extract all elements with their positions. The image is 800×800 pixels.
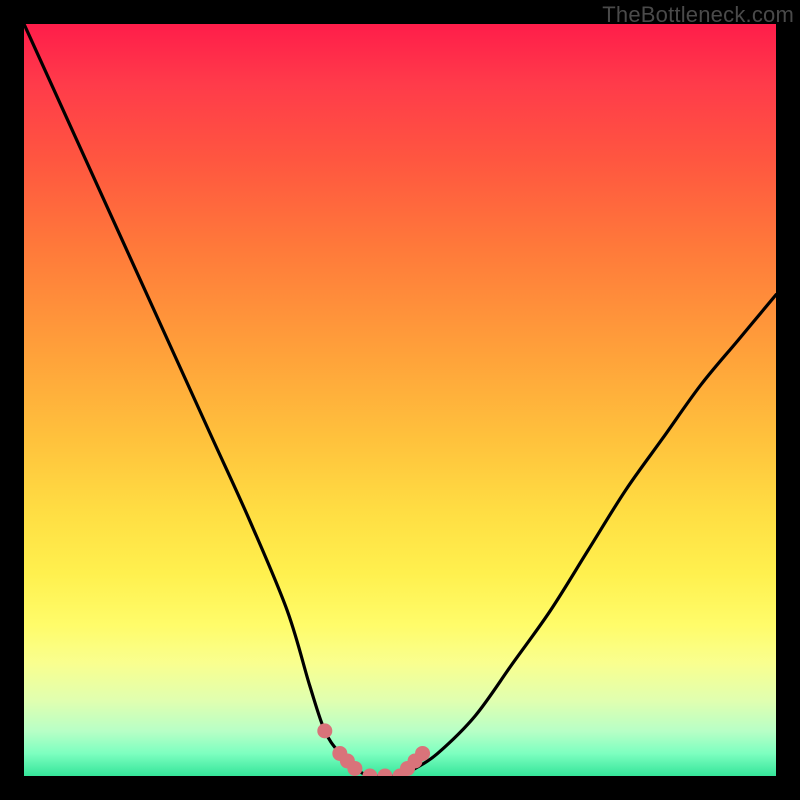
bottleneck-curve [24, 24, 776, 776]
curve-marker [415, 746, 430, 761]
curve-marker [377, 769, 392, 777]
curve-marker [317, 723, 332, 738]
curve-marker [347, 761, 362, 776]
chart-frame [24, 24, 776, 776]
curve-marker [362, 769, 377, 777]
plot-area [24, 24, 776, 776]
watermark-text: TheBottleneck.com [602, 2, 794, 28]
